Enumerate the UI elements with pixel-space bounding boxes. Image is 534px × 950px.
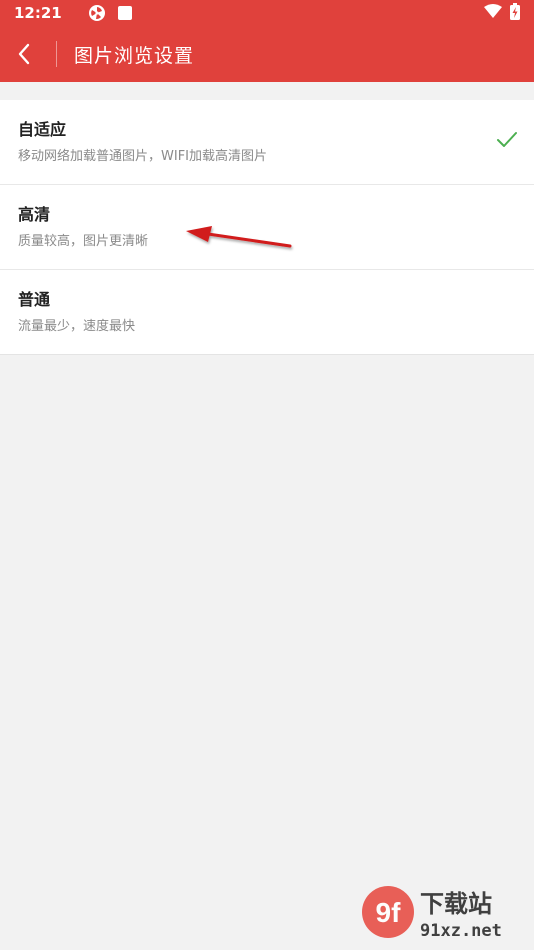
option-standard[interactable]: 普通 流量最少，速度最快 xyxy=(0,270,534,355)
check-icon xyxy=(496,131,518,153)
top-spacing xyxy=(0,82,534,100)
wifi-icon xyxy=(484,4,502,22)
option-description: 移动网络加载普通图片，WIFI加载高清图片 xyxy=(18,149,267,164)
app-bar-divider xyxy=(56,41,57,67)
status-time: 12:21 xyxy=(14,4,62,22)
app-notification-icon xyxy=(117,6,132,20)
back-button[interactable] xyxy=(0,26,48,82)
battery-charging-icon xyxy=(510,2,520,24)
page-title: 图片浏览设置 xyxy=(74,44,195,67)
annotation-arrow-icon xyxy=(186,226,292,248)
watermark-logo: 9f xyxy=(376,897,402,928)
fan-icon xyxy=(88,4,106,22)
option-adaptive[interactable]: 自适应 移动网络加载普通图片，WIFI加载高清图片 xyxy=(0,100,534,185)
chevron-left-icon xyxy=(18,43,30,65)
option-title: 自适应 xyxy=(18,120,67,139)
app-bar: 图片浏览设置 xyxy=(0,26,534,82)
option-title: 普通 xyxy=(18,290,51,309)
watermark: 9f 下载站 91xz.net xyxy=(358,884,528,946)
option-description: 流量最少，速度最快 xyxy=(18,319,136,334)
status-right-icons xyxy=(484,0,520,26)
status-bar: 12:21 xyxy=(0,0,534,26)
watermark-text-bottom: 91xz.net xyxy=(420,921,502,941)
watermark-text-top: 下载站 xyxy=(420,890,492,918)
